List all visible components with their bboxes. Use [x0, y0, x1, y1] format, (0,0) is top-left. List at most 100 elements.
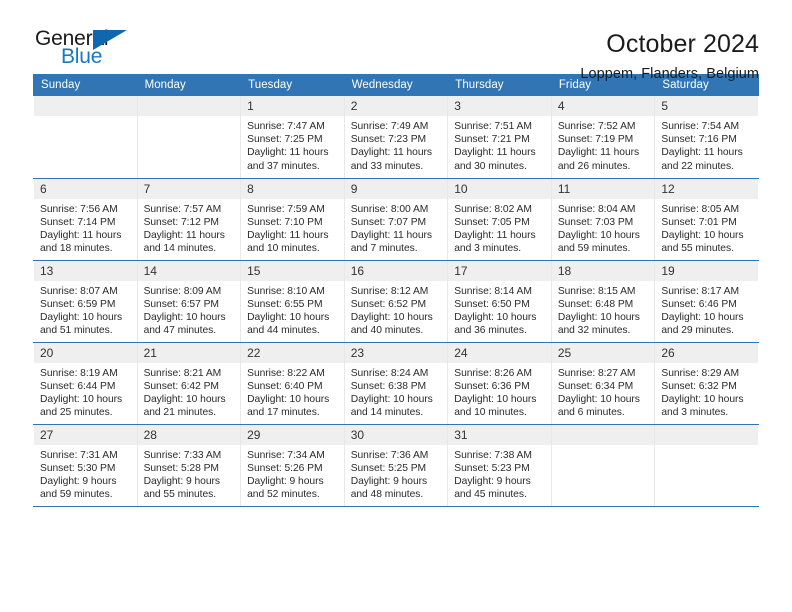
calendar-day-cell[interactable]: 8 Sunrise: 7:59 AM Sunset: 7:10 PM Daylight… [240, 178, 345, 261]
day-number: 19 [655, 260, 758, 281]
calendar-day-cell[interactable]: 26 Sunrise: 8:29 AM Sunset: 6:32 PM Dayligh… [654, 342, 759, 425]
daylight-text-line1: Daylight: 11 hours [557, 147, 640, 159]
daylight-text-line2: and 45 minutes. [454, 489, 527, 501]
day-number: 6 [34, 178, 137, 199]
day-details: Sunrise: 8:27 AM Sunset: 6:34 PM Daylight:… [552, 363, 655, 420]
weekday-header-tuesday: Tuesday [240, 74, 345, 96]
sunset-text: Sunset: 6:34 PM [557, 380, 634, 392]
daylight-text-line2: and 17 minutes. [247, 407, 320, 419]
daylight-text-line2: and 33 minutes. [350, 160, 424, 172]
day-number: 12 [655, 178, 758, 199]
sunrise-text: Sunrise: 8:04 AM [557, 203, 636, 215]
sunset-text: Sunset: 6:32 PM [661, 380, 737, 392]
day-details: Sunrise: 7:56 AM Sunset: 7:14 PM Daylight:… [34, 199, 137, 256]
calendar-day-cell-empty [136, 96, 242, 179]
calendar-day-cell[interactable]: 10 Sunrise: 8:02 AM Sunset: 7:05 PM Dayligh… [447, 178, 552, 261]
calendar-day-cell[interactable]: 3 Sunrise: 7:51 AM Sunset: 7:21 PM Daylight… [447, 96, 552, 179]
calendar-body: 1 Sunrise: 7:47 AM Sunset: 7:25 PM Daylight… [33, 96, 759, 507]
sunrise-text: Sunrise: 8:21 AM [143, 367, 222, 379]
daylight-text-line1: Daylight: 9 hours [40, 475, 117, 487]
sunset-text: Sunset: 6:50 PM [454, 298, 530, 310]
calendar-day-cell[interactable]: 23 Sunrise: 8:24 AM Sunset: 6:38 PM Dayligh… [343, 342, 449, 425]
calendar-day-cell[interactable]: 21 Sunrise: 8:21 AM Sunset: 6:42 PM Dayligh… [136, 342, 242, 425]
sunrise-text: Sunrise: 8:29 AM [661, 367, 739, 379]
calendar-day-cell[interactable]: 1 Sunrise: 7:47 AM Sunset: 7:25 PM Daylight… [240, 96, 345, 179]
calendar-day-cell[interactable]: 7 Sunrise: 7:57 AM Sunset: 7:12 PM Daylight… [136, 178, 242, 261]
day-number [34, 96, 137, 116]
day-number: 26 [655, 342, 758, 363]
page-header: General Blue October 2024 Loppem, Flande… [33, 0, 759, 83]
calendar-day-cell[interactable]: 15 Sunrise: 8:10 AM Sunset: 6:55 PM Dayligh… [240, 260, 345, 343]
day-details: Sunrise: 7:33 AM Sunset: 5:28 PM Daylight:… [138, 445, 241, 502]
calendar-day-cell[interactable]: 16 Sunrise: 8:12 AM Sunset: 6:52 PM Dayligh… [343, 260, 449, 343]
daylight-text-line1: Daylight: 10 hours [350, 393, 433, 405]
calendar-day-cell-empty [654, 424, 759, 507]
sunrise-text: Sunrise: 8:14 AM [454, 285, 532, 297]
day-number: 8 [241, 178, 344, 199]
calendar-day-cell[interactable]: 19 Sunrise: 8:17 AM Sunset: 6:46 PM Dayligh… [654, 260, 759, 343]
day-number: 7 [137, 178, 241, 199]
daylight-text-line2: and 26 minutes. [557, 160, 631, 172]
daylight-text-line2: and 52 minutes. [247, 489, 320, 501]
calendar-day-cell[interactable]: 18 Sunrise: 8:15 AM Sunset: 6:48 PM Dayligh… [550, 260, 656, 343]
sunset-text: Sunset: 7:16 PM [661, 134, 737, 146]
sunset-text: Sunset: 7:07 PM [350, 216, 427, 228]
sunrise-text: Sunrise: 7:59 AM [247, 203, 325, 215]
day-number: 30 [344, 424, 448, 445]
sunrise-text: Sunrise: 8:19 AM [40, 367, 118, 379]
daylight-text-line2: and 40 minutes. [350, 325, 424, 337]
calendar-day-cell[interactable]: 20 Sunrise: 8:19 AM Sunset: 6:44 PM Dayligh… [33, 342, 138, 425]
day-details: Sunrise: 8:00 AM Sunset: 7:07 PM Daylight:… [345, 199, 448, 256]
daylight-text-line1: Daylight: 11 hours [454, 147, 536, 159]
daylight-text-line2: and 44 minutes. [247, 325, 320, 337]
day-details: Sunrise: 7:57 AM Sunset: 7:12 PM Daylight:… [138, 199, 241, 256]
general-blue-logo[interactable]: General Blue [33, 28, 153, 72]
calendar-day-cell[interactable]: 6 Sunrise: 7:56 AM Sunset: 7:14 PM Daylight… [33, 178, 138, 261]
calendar-day-cell[interactable]: 24 Sunrise: 8:26 AM Sunset: 6:36 PM Dayligh… [447, 342, 552, 425]
calendar-day-cell[interactable]: 25 Sunrise: 8:27 AM Sunset: 6:34 PM Dayligh… [550, 342, 656, 425]
day-details: Sunrise: 7:49 AM Sunset: 7:23 PM Daylight:… [345, 116, 448, 173]
daylight-text-line1: Daylight: 10 hours [661, 229, 744, 241]
sunrise-text: Sunrise: 8:05 AM [661, 203, 739, 215]
daylight-text-line2: and 55 minutes. [143, 489, 217, 501]
calendar-day-cell[interactable]: 2 Sunrise: 7:49 AM Sunset: 7:23 PM Daylight… [343, 96, 449, 179]
day-number [655, 424, 758, 445]
calendar-day-cell[interactable]: 11 Sunrise: 8:04 AM Sunset: 7:03 PM Dayligh… [550, 178, 656, 261]
calendar-day-cell[interactable]: 27 Sunrise: 7:31 AM Sunset: 5:30 PM Dayligh… [33, 424, 138, 507]
day-details: Sunrise: 8:02 AM Sunset: 7:05 PM Daylight:… [448, 199, 551, 256]
sunset-text: Sunset: 6:57 PM [143, 298, 219, 310]
calendar-day-cell[interactable]: 29 Sunrise: 7:34 AM Sunset: 5:26 PM Dayligh… [240, 424, 345, 507]
calendar-day-cell[interactable]: 4 Sunrise: 7:52 AM Sunset: 7:19 PM Daylight… [550, 96, 656, 179]
day-details: Sunrise: 7:34 AM Sunset: 5:26 PM Daylight:… [241, 445, 344, 502]
daylight-text-line1: Daylight: 10 hours [247, 393, 330, 405]
day-number: 24 [448, 342, 551, 363]
day-number: 27 [34, 424, 137, 445]
day-details: Sunrise: 7:54 AM Sunset: 7:16 PM Daylight:… [655, 116, 758, 173]
page-title: October 2024 [606, 30, 759, 58]
daylight-text-line1: Daylight: 10 hours [143, 393, 226, 405]
calendar-day-cell[interactable]: 9 Sunrise: 8:00 AM Sunset: 7:07 PM Daylight… [343, 178, 449, 261]
calendar-day-cell[interactable]: 22 Sunrise: 8:22 AM Sunset: 6:40 PM Dayligh… [240, 342, 345, 425]
calendar-day-cell[interactable]: 30 Sunrise: 7:36 AM Sunset: 5:25 PM Dayligh… [343, 424, 449, 507]
calendar-week-row: 20 Sunrise: 8:19 AM Sunset: 6:44 PM Dayligh… [33, 342, 759, 425]
calendar-day-cell[interactable]: 17 Sunrise: 8:14 AM Sunset: 6:50 PM Dayligh… [447, 260, 552, 343]
day-number: 5 [655, 96, 758, 116]
calendar-day-cell[interactable]: 5 Sunrise: 7:54 AM Sunset: 7:16 PM Daylight… [654, 96, 759, 179]
calendar-day-cell[interactable]: 14 Sunrise: 8:09 AM Sunset: 6:57 PM Dayligh… [136, 260, 242, 343]
sunset-text: Sunset: 6:46 PM [661, 298, 737, 310]
day-number: 17 [448, 260, 551, 281]
calendar-day-cell[interactable]: 28 Sunrise: 7:33 AM Sunset: 5:28 PM Dayligh… [136, 424, 242, 507]
day-details: Sunrise: 8:12 AM Sunset: 6:52 PM Daylight:… [345, 281, 448, 338]
calendar-page: General Blue October 2024 Loppem, Flande… [0, 0, 792, 612]
calendar-day-cell[interactable]: 12 Sunrise: 8:05 AM Sunset: 7:01 PM Dayligh… [654, 178, 759, 261]
sunset-text: Sunset: 6:59 PM [40, 298, 116, 310]
sunset-text: Sunset: 7:21 PM [454, 134, 530, 146]
daylight-text-line1: Daylight: 10 hours [557, 229, 640, 241]
day-details: Sunrise: 8:07 AM Sunset: 6:59 PM Daylight:… [34, 281, 137, 338]
daylight-text-line1: Daylight: 9 hours [247, 475, 324, 487]
calendar-day-cell[interactable]: 31 Sunrise: 7:38 AM Sunset: 5:23 PM Dayligh… [447, 424, 552, 507]
daylight-text-line1: Daylight: 11 hours [143, 229, 225, 241]
daylight-text-line2: and 10 minutes. [247, 243, 320, 255]
day-number: 15 [241, 260, 344, 281]
calendar-day-cell[interactable]: 13 Sunrise: 8:07 AM Sunset: 6:59 PM Dayligh… [33, 260, 138, 343]
